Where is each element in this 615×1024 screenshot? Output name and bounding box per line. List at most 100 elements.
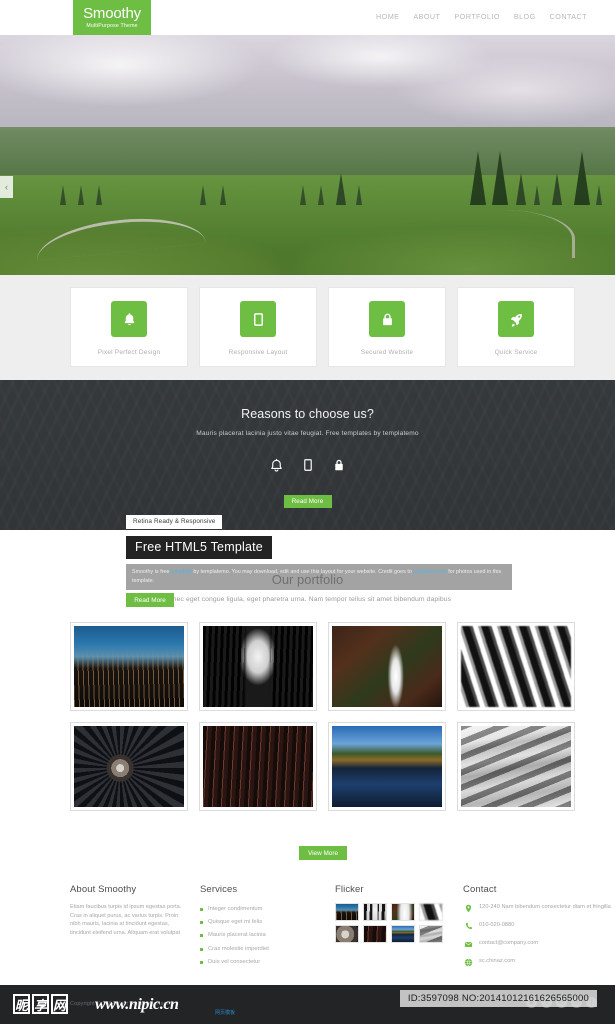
secondary-slider-caption: Retina Ready & Responsive Free HTML5 Tem… <box>0 512 615 607</box>
slider-prev-arrow-icon[interactable]: ‹ <box>0 176 13 198</box>
contact-row-address: 120-240 Nam bibendum consectetur diam et… <box>463 903 613 913</box>
abstract-black-white-streaks-photo <box>461 626 571 707</box>
contact-email-text[interactable]: contact@company.com <box>479 939 538 948</box>
flicker-thumb-blocks[interactable] <box>419 925 443 943</box>
feature-card-quick-service[interactable]: Quick Service <box>457 287 575 367</box>
footer-heading-flicker: Flicker <box>335 884 364 895</box>
bell-icon <box>111 301 147 337</box>
portfolio-item[interactable] <box>328 622 446 711</box>
portfolio-item[interactable] <box>328 722 446 811</box>
features-row: Pixel Perfect Design Responsive Layout S… <box>70 287 575 367</box>
footer-heading-about: About Smoothy <box>70 884 137 895</box>
feature-label: Quick Service <box>494 349 538 356</box>
portfolio-item[interactable] <box>199 622 317 711</box>
feature-card-secured-website[interactable]: Secured Website <box>328 287 446 367</box>
footer-columns: About Smoothy Etiam faucibus turpis id i… <box>70 884 613 982</box>
slider-desc-pre: Smoothy is free <box>132 569 172 575</box>
slider-tagline-small: Retina Ready & Responsive <box>126 515 223 529</box>
hero-slider[interactable]: ‹ <box>0 35 615 275</box>
nav-item-home[interactable]: HOME <box>376 12 399 21</box>
site-logo[interactable]: Smoothy MultiPurpose Theme <box>73 0 151 35</box>
watermark-overlay: 昵 享 网 www.nipic.cn 网页模板 ID:3597098 NO:20… <box>0 985 615 1024</box>
contact-address-text: 120-240 Nam bibendum consectetur diam et… <box>479 904 611 910</box>
list-item[interactable]: Integer condimentum <box>200 903 335 916</box>
tablet-icon <box>240 301 276 337</box>
reasons-title: Reasons to choose us? <box>241 407 374 421</box>
lake-reflection-autumn-photo <box>332 726 442 807</box>
flicker-thumb-turbine[interactable] <box>335 925 359 943</box>
globe-icon <box>463 957 473 967</box>
portfolio-item[interactable] <box>457 722 575 811</box>
lock-icon <box>369 301 405 337</box>
nav-item-contact[interactable]: CONTACT <box>550 12 587 21</box>
reasons-read-more-button[interactable]: Read More <box>283 495 332 508</box>
portfolio-grid <box>70 622 575 811</box>
flicker-thumb-forest[interactable] <box>363 903 387 921</box>
slider-headline: Free HTML5 Template <box>126 536 272 559</box>
flicker-thumb-streaks[interactable] <box>419 903 443 921</box>
footer-column-about: About Smoothy Etiam faucibus turpis id i… <box>70 884 200 982</box>
waterfall-mossy-rocks-photo <box>332 626 442 707</box>
lock-icon <box>332 458 346 478</box>
footer-column-flicker: Flicker <box>335 884 463 982</box>
list-item[interactable]: Quisque eget mi felis <box>200 916 335 929</box>
main-navigation: HOME ABOUT PORTFOLIO BLOG CONTACT <box>376 12 587 21</box>
flicker-thumb-waterfall[interactable] <box>391 903 415 921</box>
tablet-icon <box>301 458 315 478</box>
template-link[interactable]: template <box>171 569 192 575</box>
field-at-dusk-photo <box>74 626 184 707</box>
site-footer: About Smoothy Etiam faucibus turpis id i… <box>0 870 615 985</box>
dark-forest-path-photo <box>203 626 313 707</box>
jet-engine-turbine-photo <box>74 726 184 807</box>
reasons-content: Reasons to choose us? Mauris placerat la… <box>0 380 615 508</box>
nav-item-portfolio[interactable]: PORTFOLIO <box>454 12 499 21</box>
footer-heading-contact: Contact <box>463 884 497 895</box>
list-item[interactable]: Duis vel consectetur <box>200 956 335 969</box>
feature-label: Responsive Layout <box>228 349 288 356</box>
footer-column-contact: Contact 120-240 Nam bibendum consectetur… <box>463 884 613 982</box>
reasons-icon-row <box>0 458 615 478</box>
portfolio-item[interactable] <box>70 622 188 711</box>
flicker-thumb-lake[interactable] <box>391 925 415 943</box>
bottom-white-strip <box>0 972 615 985</box>
list-item[interactable]: Cras molestie imperdiet <box>200 943 335 956</box>
watermark-tagline: 网页模板 <box>215 1010 236 1016</box>
footer-column-services: Services Integer condimentum Quisque ege… <box>200 884 335 982</box>
concrete-blocks-memorial-photo <box>461 726 571 807</box>
feature-card-pixel-perfect-design[interactable]: Pixel Perfect Design <box>70 287 188 367</box>
contact-phone-text[interactable]: 010-020-0880 <box>479 921 514 930</box>
portfolio-item[interactable] <box>70 722 188 811</box>
unsplash-link[interactable]: unsplash.com <box>413 569 446 575</box>
watermark-char-1: 昵 <box>13 994 30 1014</box>
hero-overlay-veil <box>0 35 615 275</box>
watermark-logo: 昵 享 网 <box>13 994 68 1014</box>
slider-desc-mid: by templatemo. You may download, edit an… <box>191 569 414 575</box>
flicker-thumb-field[interactable] <box>335 903 359 921</box>
feature-card-responsive-layout[interactable]: Responsive Layout <box>199 287 317 367</box>
reasons-subtitle: Mauris placerat lacinia justo vitae feug… <box>196 430 419 437</box>
location-pin-icon <box>463 903 473 913</box>
contact-website-text[interactable]: sc.chinaz.com <box>479 957 515 966</box>
portfolio-view-more-button[interactable]: View More <box>299 846 347 860</box>
contact-row-phone: 010-020-0880 <box>463 921 613 931</box>
watermark-url: www.nipic.cn <box>95 996 179 1013</box>
flicker-thumb-slats[interactable] <box>363 925 387 943</box>
nav-item-about[interactable]: ABOUT <box>413 12 440 21</box>
portfolio-item[interactable] <box>199 722 317 811</box>
feature-label: Pixel Perfect Design <box>97 349 161 356</box>
logo-subtitle: MultiPurpose Theme <box>86 22 138 29</box>
list-item[interactable]: Mauris placerat lacinia <box>200 929 335 942</box>
phone-icon <box>463 921 473 931</box>
email-icon <box>463 939 473 949</box>
rocket-icon <box>498 301 534 337</box>
logo-title: Smoothy <box>83 4 141 22</box>
bell-icon <box>269 458 284 478</box>
portfolio-item[interactable] <box>457 622 575 711</box>
watermark-char-3: 网 <box>51 994 68 1014</box>
contact-row-website: sc.chinaz.com <box>463 957 613 967</box>
slider-read-more-button[interactable]: Read More <box>126 593 174 607</box>
features-section: Pixel Perfect Design Responsive Layout S… <box>0 275 615 380</box>
nav-item-blog[interactable]: BLOG <box>514 12 536 21</box>
reasons-section: Reasons to choose us? Mauris placerat la… <box>0 380 615 530</box>
dark-vertical-slats-photo <box>203 726 313 807</box>
